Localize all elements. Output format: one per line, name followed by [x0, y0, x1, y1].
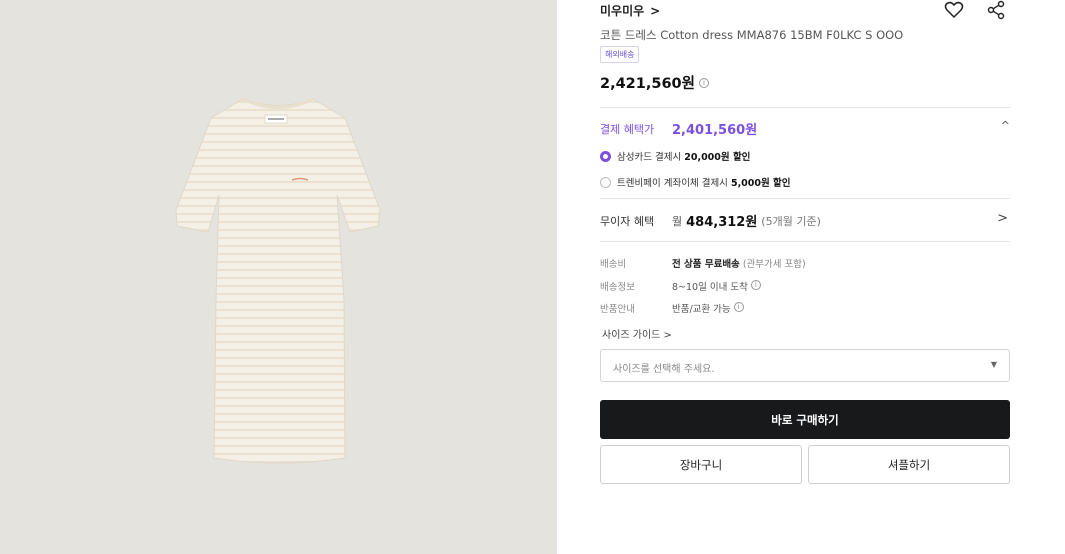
- brand-name[interactable]: 미우미우: [600, 2, 644, 19]
- option-amount: 5,000원 할인: [730, 178, 791, 189]
- detail-label: 반품안내: [600, 304, 635, 315]
- divider: [600, 241, 1010, 242]
- info-icon[interactable]: i: [750, 280, 761, 290]
- caret-down-icon: ▼: [990, 360, 997, 369]
- payment-option-trenbipay[interactable]: 트렌비페이 계좌이체 결제시 5,000원 할인: [600, 175, 791, 189]
- option-label: 삼성카드 결제시 20,000원 할인: [617, 149, 750, 163]
- detail-value: 반품/교환 가능: [672, 304, 731, 315]
- dress-illustration: [175, 97, 381, 464]
- top-icons: [944, 0, 1006, 20]
- buy-now-button[interactable]: 바로 구매하기: [600, 400, 1010, 439]
- size-select[interactable]: 사이즈를 선택해 주세요. ▼: [600, 349, 1010, 382]
- overseas-shipping-badge: 해외배송: [600, 46, 640, 63]
- price-row: 2,421,560원 i: [600, 72, 709, 93]
- info-icon[interactable]: i: [733, 302, 744, 312]
- showroom-button[interactable]: 셔플하기: [808, 445, 1010, 484]
- brand-link[interactable]: 미우미우 >: [600, 2, 660, 19]
- cart-button[interactable]: 장바구니: [600, 445, 802, 484]
- detail-value: 전 상품 무료배송 (관부가세 포함): [672, 256, 806, 270]
- detail-row-shipping-fee: 배송비 전 상품 무료배송 (관부가세 포함): [600, 256, 806, 270]
- info-icon[interactable]: i: [698, 77, 709, 88]
- size-select-placeholder: 사이즈를 선택해 주세요.: [613, 364, 715, 375]
- detail-value-bold: 전 상품 무료배송: [672, 259, 740, 270]
- option-label: 트렌비페이 계좌이체 결제시 5,000원 할인: [617, 175, 791, 189]
- payment-option-samsung[interactable]: 삼성카드 결제시 20,000원 할인: [600, 149, 750, 163]
- divider: [600, 198, 1010, 199]
- heart-icon[interactable]: [944, 0, 964, 20]
- divider: [600, 107, 1010, 108]
- installment-amount: 484,312원: [686, 215, 758, 230]
- detail-row-return: 반품안내 반품/교환 가능 i: [600, 301, 744, 315]
- payment-benefit-label: 결제 혜택가: [600, 122, 655, 136]
- option-prefix: 삼성카드 결제시: [617, 152, 685, 163]
- option-amount: 20,000원 할인: [684, 152, 751, 163]
- radio-unselected[interactable]: [600, 176, 611, 188]
- payment-benefit-row[interactable]: 결제 혜택가 2,401,560원 ^: [600, 119, 1010, 138]
- product-name: 코튼 드레스 Cotton dress MMA876 15BM F0LKC S …: [600, 28, 904, 42]
- installment-row[interactable]: 무이자 혜택 월 484,312원 (5개월 기준) >: [600, 211, 1010, 230]
- detail-label: 배송정보: [600, 282, 635, 293]
- product-image: [0, 0, 557, 554]
- product-price: 2,421,560원: [600, 76, 695, 92]
- detail-row-shipping-info: 배송정보 8~10일 이내 도착 i: [600, 279, 761, 293]
- payment-benefit-price: 2,401,560원: [672, 123, 758, 138]
- installment-sub: (5개월 기준): [761, 214, 821, 228]
- detail-sub: (관부가세 포함): [739, 259, 806, 270]
- chevron-right-icon: >: [650, 3, 661, 18]
- detail-value: 8~10일 이내 도착: [672, 282, 748, 293]
- installment-prefix: 월: [672, 214, 683, 228]
- radio-selected[interactable]: [600, 150, 611, 162]
- chevron-right-icon[interactable]: >: [997, 211, 1008, 226]
- detail-label: 배송비: [600, 259, 627, 270]
- share-icon[interactable]: [986, 0, 1006, 20]
- chevron-up-icon[interactable]: ^: [1001, 119, 1010, 132]
- installment-label: 무이자 혜택: [600, 214, 655, 228]
- option-prefix: 트렌비페이 계좌이체 결제시: [617, 178, 731, 189]
- size-guide-link[interactable]: 사이즈 가이드 >: [602, 326, 672, 341]
